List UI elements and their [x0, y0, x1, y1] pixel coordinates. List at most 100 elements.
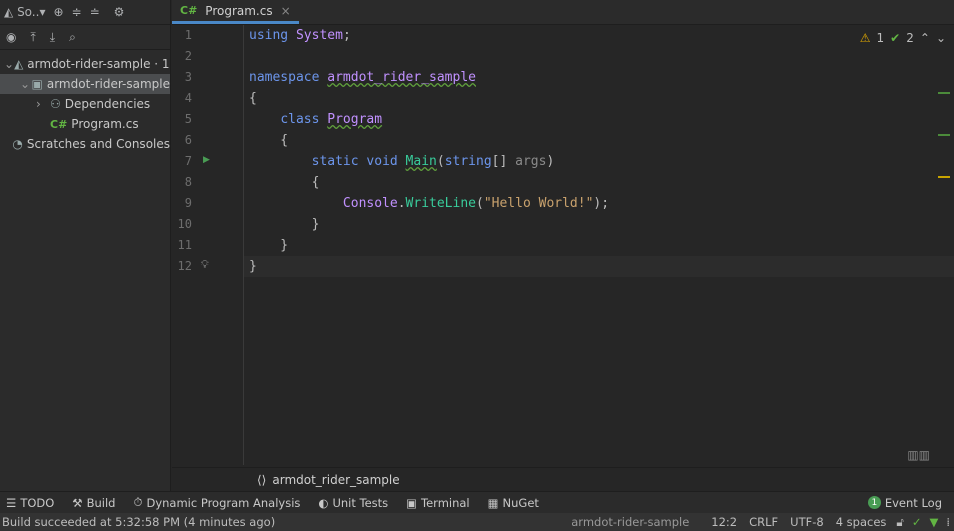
- upload-icon[interactable]: ⤒: [30, 30, 35, 45]
- toolwindow-todo[interactable]: ☰ TODO: [6, 495, 54, 510]
- code-line: Console.WriteLine("Hello World!");: [249, 193, 609, 214]
- expand-all-icon[interactable]: ≑: [72, 5, 82, 19]
- run-icon[interactable]: ▶: [203, 155, 210, 165]
- check-circle-icon[interactable]: ✓: [912, 515, 922, 529]
- code-line: using System;: [249, 25, 351, 46]
- code-token: (: [436, 154, 445, 169]
- line-number: 11: [177, 238, 192, 252]
- gear-icon[interactable]: ⚙: [114, 5, 125, 19]
- tree-item[interactable]: ⌄ ▣ armdot-rider-sample: [0, 74, 170, 94]
- toolwindow-label: Dynamic Program Analysis: [146, 495, 301, 510]
- code-token: WriteLine: [405, 196, 476, 211]
- dependencies-icon: ⚇: [50, 97, 61, 111]
- resharper-icon[interactable]: ▼: [929, 515, 938, 529]
- solution-icon: ◭: [14, 57, 24, 71]
- code-token: class: [280, 112, 328, 127]
- expand-arrow-icon[interactable]: ⌄: [4, 57, 14, 71]
- line-number: 2: [184, 49, 192, 63]
- expand-arrow-icon[interactable]: ›: [36, 97, 50, 111]
- tree-item[interactable]: ◔ Scratches and Consoles: [0, 134, 170, 154]
- code-token: ): [546, 154, 555, 169]
- code-token: ;: [342, 28, 351, 43]
- code-token: "Hello World!": [483, 196, 594, 211]
- tool-window-bar: ☰ TODO ⚒ Build ⏱ Dynamic Program Analysis ◐ Uni…: [0, 491, 954, 513]
- tab-program-cs[interactable]: C# Program.cs ×: [172, 0, 299, 24]
- view-dropdown-label: So..: [17, 5, 40, 19]
- tree-item[interactable]: ⌄ ◭ armdot-rider-sample · 1 p: [0, 54, 170, 74]
- tab-label: Program.cs: [205, 3, 273, 18]
- hammer-icon: ⚒: [72, 495, 83, 510]
- warning-count: 1: [876, 31, 885, 45]
- code-token: {: [249, 133, 289, 148]
- toolwindow-label: TODO: [20, 495, 55, 510]
- code-line: {: [249, 88, 257, 109]
- status-line-ending[interactable]: CRLF: [749, 515, 778, 529]
- event-count-badge: 1: [867, 496, 881, 509]
- toolwindow-label: Unit Tests: [332, 495, 389, 510]
- unit-tests-icon: ◐: [318, 495, 329, 510]
- expand-arrow-icon[interactable]: ⌄: [20, 77, 32, 91]
- csharp-file-icon: C#: [50, 117, 68, 131]
- code-token: }: [249, 238, 289, 253]
- code-token: }: [249, 217, 320, 232]
- download-icon[interactable]: ⤓: [50, 30, 55, 45]
- tree-item[interactable]: › ⚇ Dependencies: [0, 94, 170, 114]
- more-icon: ⁞: [946, 515, 950, 529]
- code-token: }: [249, 259, 257, 274]
- explorer-toolbar-2: ◉ ⤒ ⤓ ⌕: [0, 25, 170, 50]
- lightbulb-icon[interactable]: 💡︎: [201, 258, 209, 272]
- tree-item-label: Scratches and Consoles: [26, 137, 170, 151]
- code-token: (: [476, 196, 484, 211]
- namespace-icon: ⟨⟩: [257, 472, 267, 487]
- code-token: {: [249, 91, 257, 106]
- toolwindow-terminal[interactable]: ▣ Terminal: [406, 495, 469, 510]
- inspection-widget[interactable]: ⚠ 1 ✔ 2 ⌃ ⌄: [860, 31, 946, 45]
- terminal-icon: ▣: [406, 495, 418, 510]
- marker: [938, 134, 950, 136]
- status-encoding[interactable]: UTF-8: [790, 515, 824, 529]
- search-icon[interactable]: ⌕: [69, 30, 76, 45]
- code-token: Console: [342, 196, 398, 211]
- toolwindow-unit-tests[interactable]: ◐ Unit Tests: [318, 495, 388, 510]
- toolwindow-dynamic-program-analysis[interactable]: ⏱ Dynamic Program Analysis: [133, 495, 300, 510]
- line-number: 1: [184, 28, 192, 42]
- list-icon: ☰: [6, 495, 17, 510]
- code-line: namespace armdot_rider_sample: [249, 67, 476, 88]
- code-token: string: [444, 154, 492, 169]
- toolwindow-nuget[interactable]: ▦ NuGet: [488, 495, 539, 510]
- lock-icon[interactable]: 🔓︎: [896, 515, 903, 530]
- marker: [938, 92, 950, 94]
- event-log-button[interactable]: 1 Event Log: [867, 495, 942, 510]
- code-line: }: [249, 235, 288, 256]
- status-indent[interactable]: 4 spaces: [836, 515, 887, 529]
- collapse-all-icon[interactable]: ≐: [90, 5, 100, 19]
- breadcrumb[interactable]: ⟨⟩ armdot_rider_sample: [172, 467, 954, 491]
- toolwindow-build[interactable]: ⚒ Build: [72, 495, 115, 510]
- tree-item[interactable]: C# Program.cs: [0, 114, 170, 134]
- scratches-icon: ◔: [12, 137, 23, 151]
- breadcrumb-item[interactable]: armdot_rider_sample: [272, 473, 399, 487]
- check-icon: ✔: [890, 31, 901, 45]
- chevron-up-icon[interactable]: ⌃: [920, 31, 930, 45]
- ok-count: 2: [906, 31, 914, 45]
- view-dropdown[interactable]: ◭ So..▾: [4, 5, 45, 19]
- csharp-file-icon: C#: [180, 4, 198, 17]
- chevron-down-icon[interactable]: ⌄: [936, 31, 946, 45]
- nuget-icon: ▦: [487, 495, 499, 510]
- gutter: 1 2 3 4 5 6 7 8 9 10 11 12 ▶ 💡︎: [172, 25, 244, 465]
- current-line-highlight: [244, 256, 954, 277]
- marker: [938, 176, 950, 178]
- line-number: 3: [184, 70, 192, 84]
- show-icon[interactable]: ◉: [6, 30, 16, 44]
- line-number: 6: [184, 133, 192, 147]
- locate-icon[interactable]: ⊕: [53, 5, 63, 19]
- status-project[interactable]: armdot-rider-sample: [571, 515, 689, 529]
- event-log-label: Event Log: [884, 495, 942, 510]
- line-number: 10: [177, 217, 192, 231]
- status-position[interactable]: 12:2: [711, 515, 737, 529]
- code-line: {: [249, 130, 288, 151]
- code-token: System: [295, 28, 343, 43]
- editor-tabs: C# Program.cs ×: [172, 0, 954, 25]
- explorer-toolbar: ◭ So..▾ ⊕ ≑ ≐ ⚙: [0, 0, 170, 25]
- close-icon[interactable]: ×: [281, 4, 291, 18]
